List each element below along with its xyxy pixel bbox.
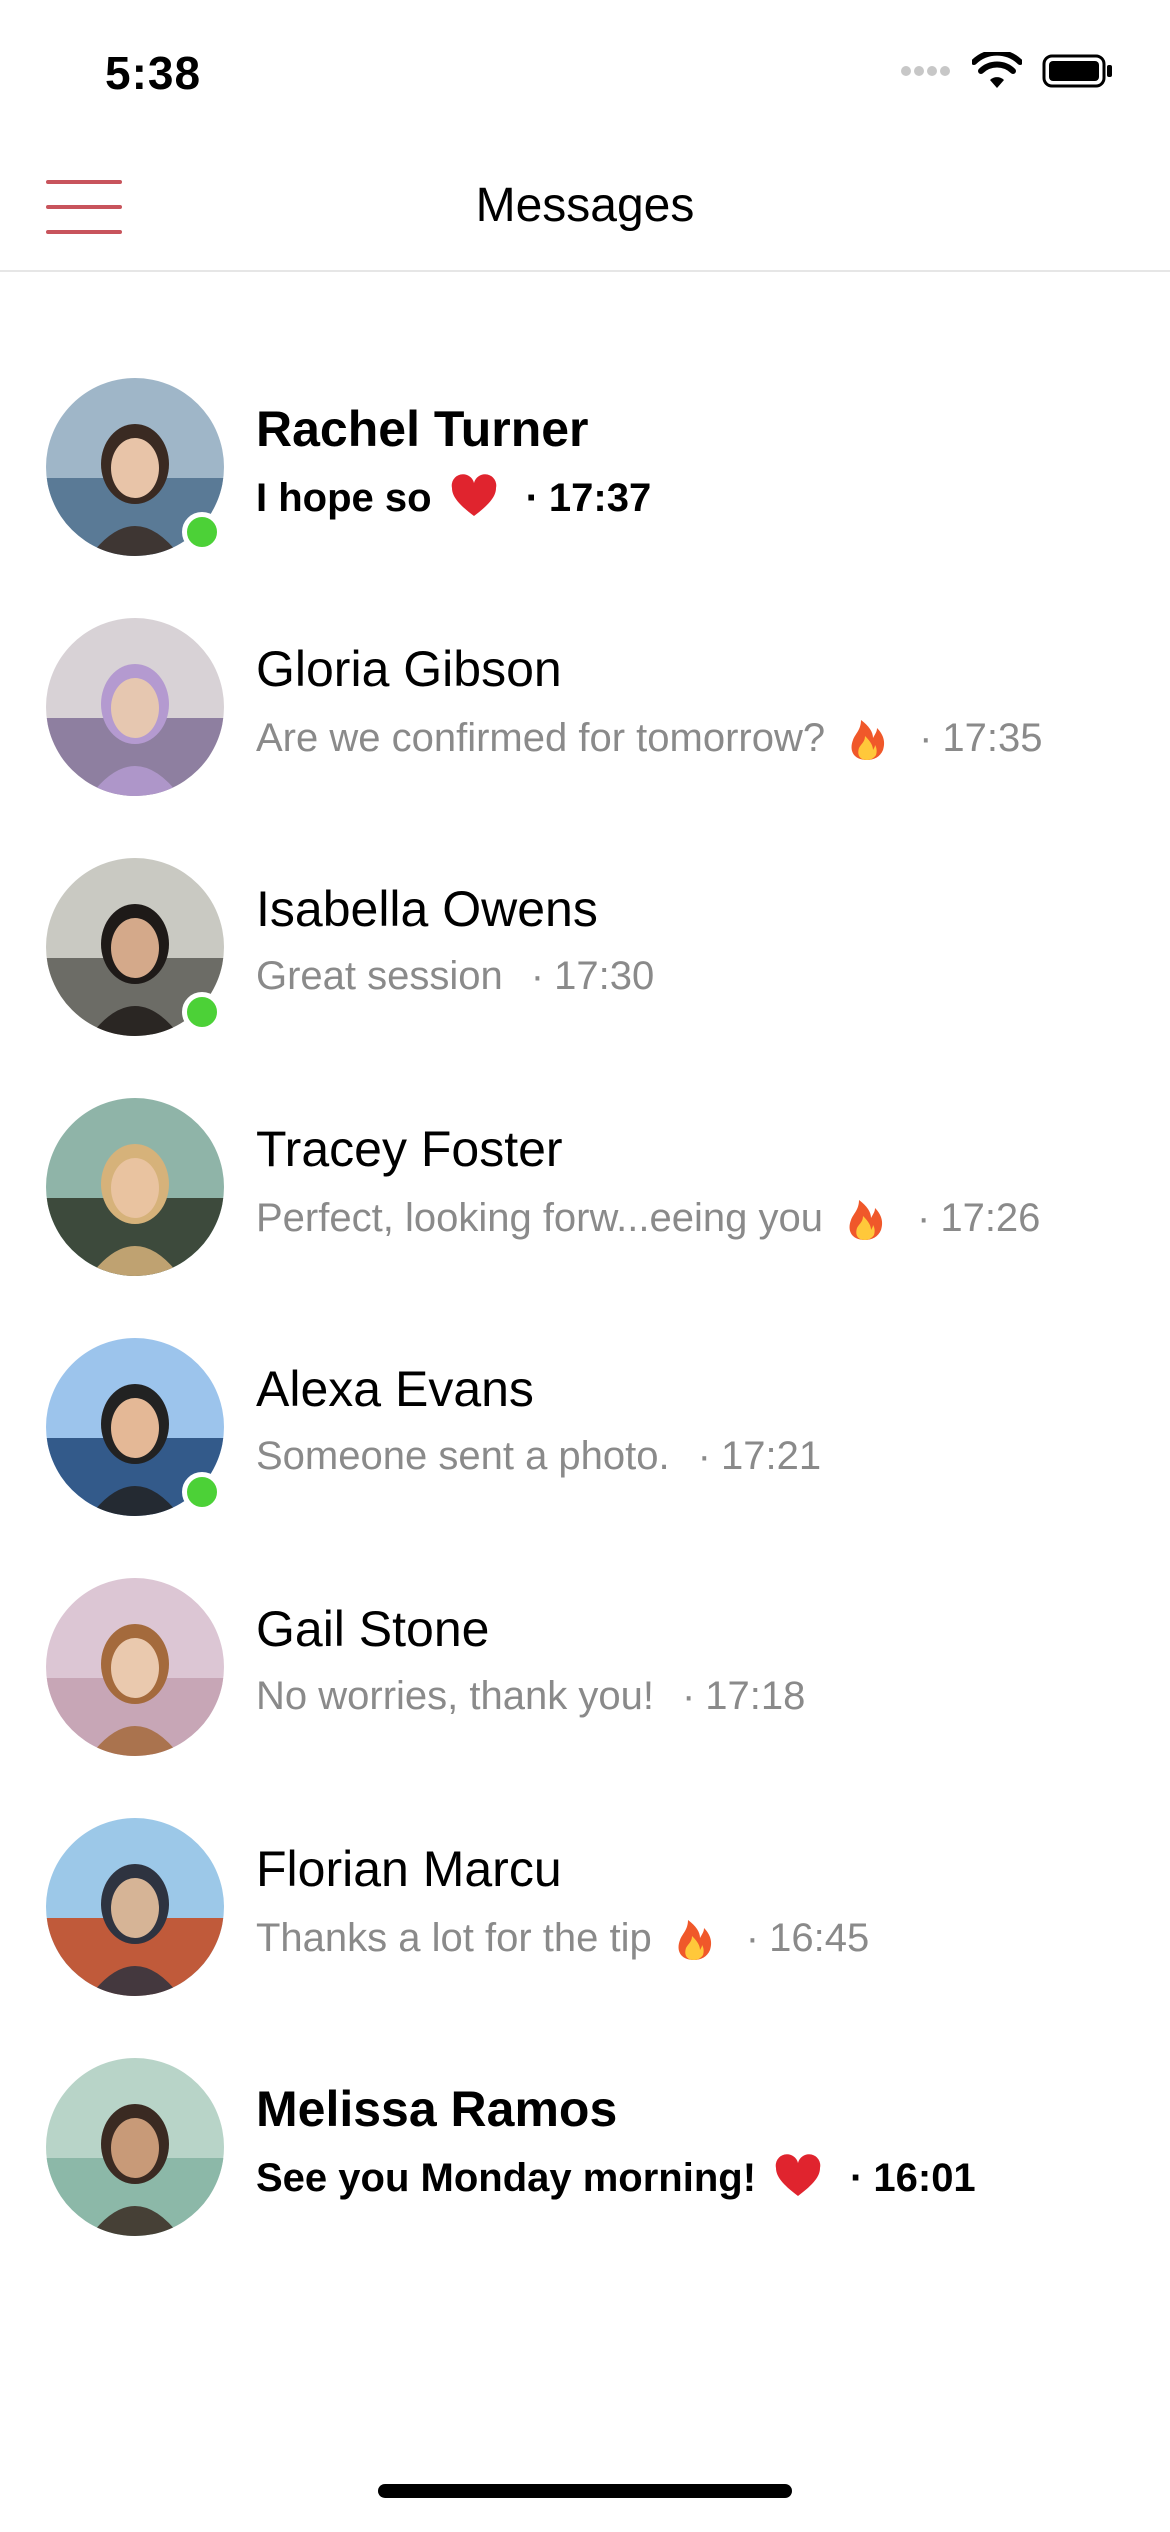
contact-name: Melissa Ramos xyxy=(256,2081,618,2137)
online-status-badge xyxy=(182,512,222,552)
contact-name: Florian Marcu xyxy=(256,1841,562,1897)
contact-name: Gail Stone xyxy=(256,1601,490,1657)
nav-bar: Messages xyxy=(0,140,1170,272)
message-time: 16:45 xyxy=(769,1915,870,1960)
home-indicator[interactable] xyxy=(378,2484,792,2498)
separator-dot: · xyxy=(745,1915,760,1960)
message-text: Are we confirmed for tomorrow? xyxy=(256,715,826,760)
status-time: 5:38 xyxy=(105,47,202,99)
separator-dot: · xyxy=(530,954,545,998)
message-time: 17:26 xyxy=(940,1195,1041,1240)
avatar xyxy=(46,2058,224,2236)
message-preview: I hope so · 17:37 xyxy=(256,474,651,522)
conversation-row[interactable]: Gloria Gibson Are we confirmed for tomorr… xyxy=(0,610,1170,850)
conversation-row[interactable]: Florian Marcu Thanks a lot for the tip · 1… xyxy=(0,1810,1170,2050)
message-text: Someone sent a photo. xyxy=(256,1434,670,1478)
avatar xyxy=(46,618,224,796)
message-time: 17:35 xyxy=(942,715,1043,760)
status-icons xyxy=(900,52,1114,90)
avatar xyxy=(46,1098,224,1276)
message-text: Great session xyxy=(256,954,503,998)
conversation-row[interactable]: Melissa Ramos See you Monday morning! · 16:… xyxy=(0,2050,1170,2290)
avatar xyxy=(46,1818,224,1996)
contact-name: Tracey Foster xyxy=(256,1121,563,1177)
heart-icon xyxy=(450,474,498,522)
message-text: Perfect, looking forw...eeing you xyxy=(256,1195,823,1240)
separator-dot: · xyxy=(919,715,933,760)
message-preview: Someone sent a photo. · 17:21 xyxy=(256,1434,821,1479)
conversation-list: Rachel Turner I hope so · 17:37 Gloria Gibs… xyxy=(0,370,1170,2290)
fire-icon xyxy=(670,1914,718,1962)
conversation-row[interactable]: Rachel Turner I hope so · 17:37 xyxy=(0,370,1170,610)
conversation-row[interactable]: Gail Stone No worries, thank you! · 17:18 xyxy=(0,1570,1170,1810)
online-status-badge xyxy=(182,992,222,1032)
message-text: I hope so xyxy=(256,475,432,520)
online-status-badge xyxy=(182,1472,222,1512)
contact-name: Alexa Evans xyxy=(256,1361,534,1417)
message-text: See you Monday morning! xyxy=(256,2155,757,2200)
message-text: No worries, thank you! xyxy=(256,1674,654,1718)
fire-icon xyxy=(843,714,891,762)
message-time: 16:01 xyxy=(873,2155,976,2200)
message-preview: No worries, thank you! · 17:18 xyxy=(256,1674,805,1719)
fire-icon xyxy=(841,1194,889,1242)
separator-dot: · xyxy=(850,2155,864,2200)
page-title: Messages xyxy=(475,179,695,232)
message-preview: Great session · 17:30 xyxy=(256,954,654,999)
separator-dot: · xyxy=(525,475,539,520)
conversation-row[interactable]: Tracey Foster Perfect, looking forw...eei… xyxy=(0,1090,1170,1330)
avatar xyxy=(46,1578,224,1756)
status-bar: 5:38 xyxy=(0,0,1170,140)
message-time: 17:21 xyxy=(720,1434,822,1478)
battery-icon xyxy=(1042,54,1112,88)
message-time: 17:30 xyxy=(554,954,655,998)
message-preview: See you Monday morning! · 16:01 xyxy=(256,2154,976,2202)
contact-name: Isabella Owens xyxy=(256,881,598,937)
message-text: Thanks a lot for the tip xyxy=(256,1915,652,1960)
separator-dot: · xyxy=(681,1674,696,1718)
heart-icon xyxy=(774,2154,822,2202)
message-preview: Thanks a lot for the tip · 16:45 xyxy=(256,1914,869,1962)
message-preview: Are we confirmed for tomorrow? · 17:35 xyxy=(256,714,1043,762)
wifi-icon xyxy=(972,52,1022,88)
contact-name: Rachel Turner xyxy=(256,401,589,457)
separator-dot: · xyxy=(697,1434,711,1478)
separator-dot: · xyxy=(917,1195,931,1240)
signal-icon xyxy=(901,66,950,76)
contact-name: Gloria Gibson xyxy=(256,641,562,697)
conversation-row[interactable]: Isabella Owens Great session · 17:30 xyxy=(0,850,1170,1090)
message-preview: Perfect, looking forw...eeing you · 17:26 xyxy=(256,1194,1040,1242)
message-time: 17:37 xyxy=(548,475,652,520)
message-time: 17:18 xyxy=(705,1674,806,1718)
conversation-row[interactable]: Alexa Evans Someone sent a photo. · 17:21 xyxy=(0,1330,1170,1570)
